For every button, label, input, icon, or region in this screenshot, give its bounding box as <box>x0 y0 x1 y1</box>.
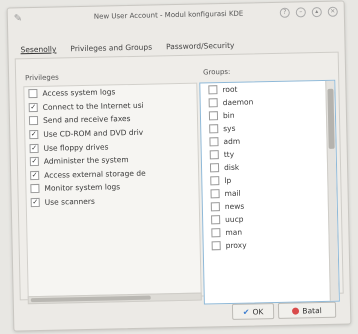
privilege-label: Use floppy drives <box>43 142 109 153</box>
privilege-label: Use scanners <box>44 196 95 207</box>
window-controls: ? – ▴ × <box>279 6 338 18</box>
ok-button[interactable]: ✔ OK <box>231 303 275 320</box>
group-checkbox[interactable] <box>211 228 221 238</box>
group-label: uucp <box>225 214 244 225</box>
groups-list: root daemon bin sys adm tty disk lp mail… <box>199 79 340 305</box>
group-label: proxy <box>225 240 247 251</box>
dialog-window: ✎ New User Account - Modul konfigurasi K… <box>6 0 352 332</box>
tab-privileges-groups[interactable]: Privileges and Groups <box>68 41 154 54</box>
ok-label: OK <box>252 306 264 316</box>
help-icon[interactable]: ? <box>279 7 290 18</box>
group-checkbox[interactable] <box>209 124 219 134</box>
title-bar: ✎ New User Account - Modul konfigurasi K… <box>8 2 344 29</box>
group-checkbox[interactable] <box>208 111 219 121</box>
tab-password-security[interactable]: Password/Security <box>164 40 237 53</box>
privilege-checkbox[interactable]: ✓ <box>29 130 39 140</box>
checkmark-icon: ✔ <box>242 307 250 317</box>
group-checkbox[interactable] <box>210 202 220 212</box>
cancel-icon <box>292 307 300 315</box>
group-label: lp <box>224 175 232 186</box>
privilege-label: Administer the system <box>43 155 129 167</box>
group-checkbox[interactable] <box>209 150 219 160</box>
group-label: disk <box>223 162 240 173</box>
cancel-button[interactable]: Batal <box>277 301 337 319</box>
group-checkbox[interactable] <box>210 176 220 186</box>
privilege-checkbox[interactable] <box>28 89 38 99</box>
privilege-label: Connect to the Internet usi <box>42 100 144 112</box>
scrollbar-thumb[interactable] <box>30 295 151 303</box>
privilege-checkbox[interactable] <box>30 184 40 194</box>
group-label: man <box>225 227 243 238</box>
privileges-list: Access system logs ✓ Connect to the Inte… <box>23 82 202 299</box>
privilege-checkbox[interactable]: ✓ <box>29 143 39 153</box>
cancel-label: Batal <box>302 305 322 315</box>
app-icon: ✎ <box>13 13 23 25</box>
group-label: daemon <box>222 97 254 108</box>
privilege-checkbox[interactable]: ✓ <box>30 197 40 208</box>
group-label: tty <box>223 149 235 160</box>
privilege-checkbox[interactable]: ✓ <box>30 170 40 180</box>
group-checkbox[interactable] <box>208 85 218 95</box>
group-checkbox[interactable] <box>208 98 218 108</box>
group-checkbox[interactable] <box>211 241 221 251</box>
minimize-icon[interactable]: – <box>295 7 306 18</box>
group-checkbox[interactable] <box>210 189 220 199</box>
privileges-label: Privileges <box>25 73 59 83</box>
group-checkbox[interactable] <box>209 137 219 147</box>
maximize-icon[interactable]: ▴ <box>311 6 322 18</box>
group-checkbox[interactable] <box>211 215 221 225</box>
tab-general[interactable]: Sesenolly <box>18 44 58 56</box>
group-label: news <box>224 201 245 212</box>
privilege-label: Access system logs <box>42 87 116 99</box>
group-label: sys <box>223 123 236 134</box>
close-icon[interactable]: × <box>327 6 338 17</box>
group-label: bin <box>222 110 235 121</box>
privilege-label: Access external storage de <box>44 168 146 180</box>
privilege-item[interactable]: ✓ Use scanners <box>27 192 199 209</box>
group-label: mail <box>224 188 241 199</box>
privilege-label: Monitor system logs <box>44 182 121 194</box>
privilege-checkbox[interactable]: ✓ <box>28 102 38 113</box>
privilege-label: Use CD-ROM and DVD driv <box>43 127 144 139</box>
group-label: adm <box>223 136 241 147</box>
scrollbar-thumb[interactable] <box>327 88 335 149</box>
group-checkbox[interactable] <box>209 163 220 173</box>
groups-label: Groups: <box>202 67 231 77</box>
window-title: New User Account - Modul konfigurasi KDE <box>93 9 244 21</box>
group-item[interactable]: proxy <box>204 237 338 253</box>
privilege-checkbox[interactable] <box>28 116 39 126</box>
group-label: root <box>222 84 238 95</box>
privilege-checkbox[interactable]: ✓ <box>29 157 39 167</box>
privilege-label: Send and receive faxes <box>42 114 131 126</box>
tab-bar: Sesenolly Privileges and Groups Password… <box>18 40 236 56</box>
